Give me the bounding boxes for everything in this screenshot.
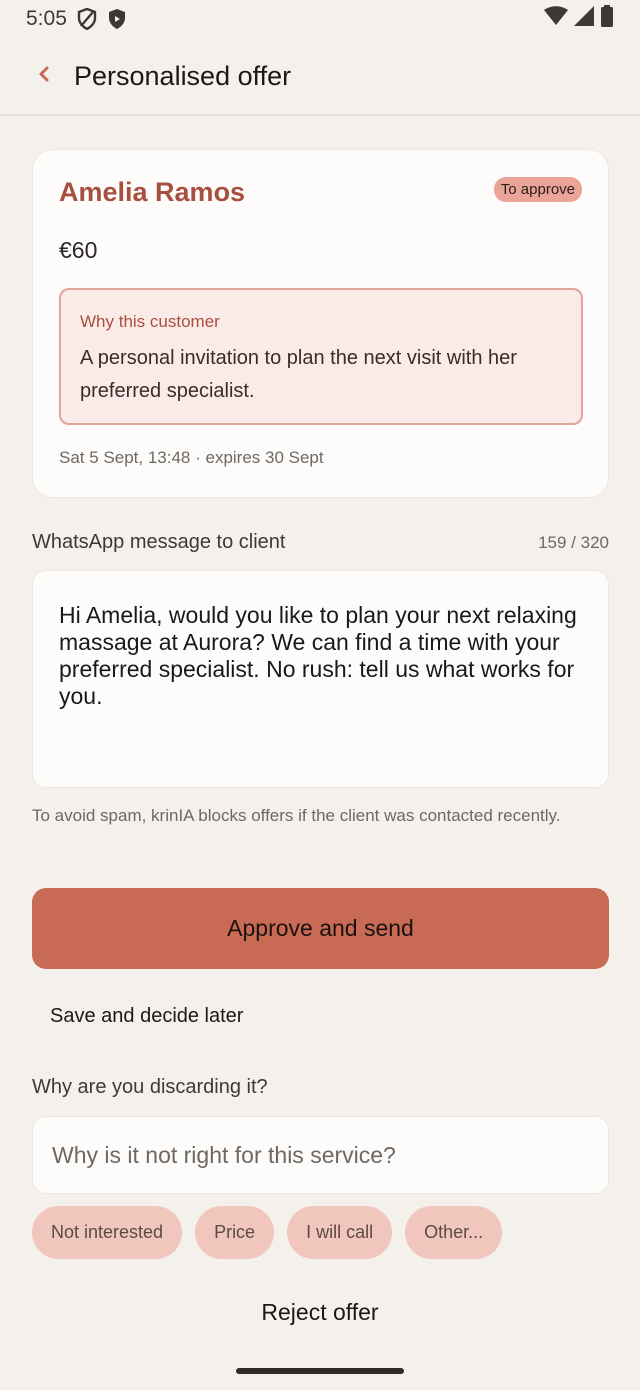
status-badge: To approve	[493, 177, 582, 202]
discard-reason-input[interactable]	[32, 1116, 609, 1194]
reason-box: Why this customer A personal invitation …	[59, 288, 583, 425]
status-time: 5:05	[26, 7, 67, 30]
signal-icon	[574, 6, 594, 32]
chip-i-will-call[interactable]: I will call	[287, 1206, 393, 1259]
char-count: 159 / 320	[538, 533, 609, 552]
security-icon	[107, 8, 127, 30]
screen: 5:05 Personalised offer Amelia Ramos To …	[0, 0, 640, 1390]
chip-not-interested[interactable]: Not interested	[32, 1206, 183, 1259]
offer-meta: Sat 5 Sept, 13:48 · expires 30 Sept	[59, 448, 324, 467]
app-bar: Personalised offer	[0, 38, 640, 116]
offer-price: €60	[59, 237, 98, 263]
message-label: WhatsApp message to client	[32, 531, 286, 553]
status-right	[544, 5, 614, 33]
battery-icon	[600, 5, 614, 33]
chip-other[interactable]: Other...	[405, 1206, 503, 1259]
save-and-decide-later-button[interactable]: Save and decide later	[32, 988, 261, 1044]
chip-price[interactable]: Price	[195, 1206, 275, 1259]
spam-note: To avoid spam, krinIA blocks offers if t…	[32, 806, 561, 825]
status-bar: 5:05	[0, 0, 640, 38]
wifi-icon	[544, 6, 568, 32]
message-textarea[interactable]: Hi Amelia, would you like to plan your n…	[32, 570, 609, 788]
back-button[interactable]	[14, 46, 74, 106]
client-name: Amelia Ramos	[59, 177, 246, 207]
discard-chips: Not interested Price I will call Other..…	[32, 1206, 503, 1259]
reason-text: A personal invitation to plan the next v…	[80, 347, 517, 402]
reason-label: Why this customer	[80, 312, 220, 331]
shield-icon	[77, 8, 97, 30]
discard-label: Why are you discarding it?	[32, 1076, 268, 1098]
offer-card: Amelia Ramos To approve €60 Why this cus…	[32, 149, 609, 498]
approve-and-send-button[interactable]: Approve and send	[32, 888, 609, 969]
chevron-left-icon	[37, 64, 51, 89]
page-title: Personalised offer	[74, 60, 292, 91]
reject-offer-button[interactable]: Reject offer	[220, 1284, 420, 1340]
home-indicator[interactable]	[236, 1368, 404, 1374]
